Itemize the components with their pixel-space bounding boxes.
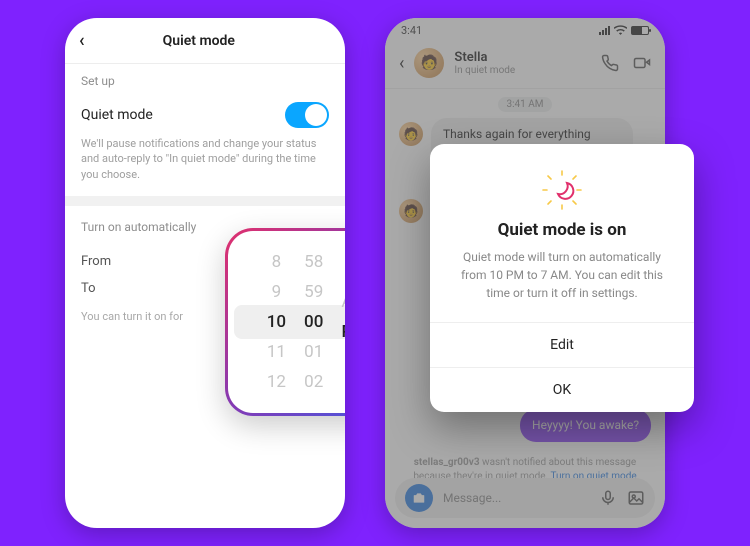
hour-column[interactable]: 8 9 10 11 12	[267, 252, 286, 392]
page-title: Quiet mode	[67, 33, 331, 49]
section-setup: Set up	[65, 64, 345, 98]
modal-body: Quiet mode will turn on automatically fr…	[430, 248, 694, 322]
edit-button[interactable]: Edit	[430, 322, 694, 367]
quiet-mode-modal: Quiet mode is on Quiet mode will turn on…	[430, 144, 694, 412]
quiet-mode-toggle[interactable]	[285, 102, 329, 128]
quiet-mode-row: Quiet mode	[65, 98, 345, 132]
divider	[65, 196, 345, 206]
ampm-column[interactable]: AM PM	[341, 282, 345, 362]
quiet-mode-description: We'll pause notifications and change you…	[65, 132, 345, 196]
minute-column[interactable]: 58 59 00 01 02	[304, 252, 323, 392]
moon-icon	[542, 170, 582, 210]
ok-button[interactable]: OK	[430, 367, 694, 412]
modal-title: Quiet mode is on	[498, 220, 627, 240]
time-picker[interactable]: 8 9 10 11 12 58 59 00 01 02 AM PM	[225, 228, 345, 416]
settings-phone: ‹ Quiet mode Set up Quiet mode We'll pau…	[65, 18, 345, 528]
title-bar: ‹ Quiet mode	[65, 18, 345, 64]
to-label: To	[81, 281, 96, 296]
quiet-mode-label: Quiet mode	[81, 107, 153, 123]
from-label: From	[81, 254, 111, 269]
